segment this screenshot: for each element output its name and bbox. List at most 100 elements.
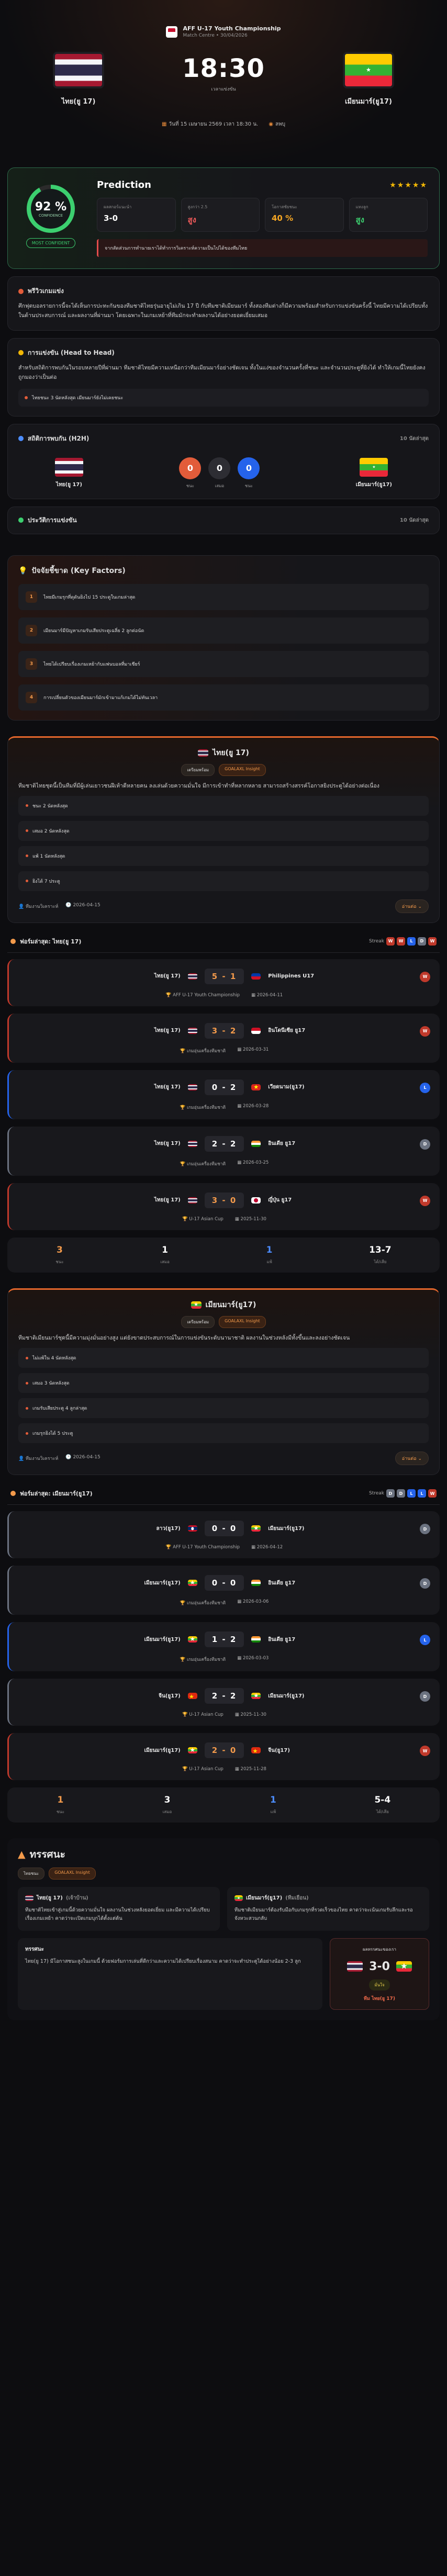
form-summary-item: 13-7 ได้/เสีย xyxy=(369,1244,392,1264)
away-insight-date: 🕒 2026-04-15 xyxy=(65,1455,100,1460)
match-away-team: เมียนมาร์(ยู17) xyxy=(268,1525,305,1532)
thailand-flag-icon xyxy=(55,54,102,86)
kickoff-clock: 18:30 เวลาแข่งขัน xyxy=(182,54,265,93)
match-away-team: Philippines U17 xyxy=(268,973,315,980)
away-flag-icon xyxy=(251,1140,261,1147)
analysis-box-score: 3-0 xyxy=(369,1960,390,1973)
match-result-badge: W xyxy=(420,971,430,982)
analysis-box-winner: ทีม ไทย(ยู 17) xyxy=(364,1996,395,2001)
home-form-header: ฟอร์มล่าสุด: ไทย(ยู 17) Streak W W L D W xyxy=(7,930,440,953)
match-competition: 🏆 AFF U-17 Youth Championship xyxy=(165,992,240,998)
home-insight-text: ทีมชาติไทยชุดนี้เป็นทีมที่มีผู้เล่นเยาวช… xyxy=(18,782,379,789)
streak-badge: W xyxy=(428,1489,437,1498)
prediction-stat: แทงลูก สูง xyxy=(349,198,428,232)
match-away-team: เวียดนาม(ยู17) xyxy=(268,1084,305,1090)
away-team[interactable]: เมียนมาร์(ยู17) xyxy=(327,54,410,107)
match-score: 2 - 2 xyxy=(204,1135,244,1152)
form-summary-item: 5-4 ได้/เสีย xyxy=(374,1795,391,1815)
home-team-name: ไทย(ยู 17) xyxy=(61,98,96,106)
insight-bullet: เสมอ 2 นัดหลังสุด xyxy=(18,820,429,841)
analysis-final: ทรรศนะ ไทย(ยู 17) มีโอกาสชนะสูงในเกมนี้ … xyxy=(18,1938,322,2010)
match-date: ▦ 2025-11-28 xyxy=(234,1767,266,1772)
analysis-pick: ไทยชนะ xyxy=(18,1868,45,1880)
home-streak: Streak W W L D W xyxy=(369,937,437,946)
key-factor-number: 4 xyxy=(26,691,37,703)
match-row[interactable]: จีน(ยู17)2 - 2เมียนมาร์(ยู17)D🏆 U-17 Asi… xyxy=(7,1679,440,1726)
streak-badge: D xyxy=(397,1489,405,1498)
h2h-home-wins: 0 ชนะ xyxy=(179,457,202,489)
match-row[interactable]: ไทย(ยู 17) 3 - 2 อินโดนีเซีย ยู17 W 🏆 เกมอุ่… xyxy=(7,1013,440,1063)
streak-badge: W xyxy=(428,937,437,946)
match-away-team: ญี่ปุ่น ยู17 xyxy=(268,1197,292,1203)
match-row[interactable]: เมียนมาร์(ยู17)2 - 0จีน(ยู17)W🏆 U-17 Asi… xyxy=(7,1733,440,1781)
match-row[interactable]: ลาว(ยู17)0 - 0เมียนมาร์(ยู17)D🏆 AFF U-17… xyxy=(7,1511,440,1559)
lightbulb-icon: 💡 xyxy=(18,566,28,575)
match-score: 5 - 1 xyxy=(204,968,244,984)
match-date: ▦ 2025-11-30 xyxy=(234,1216,266,1222)
analysis-source: GOALAXL Insight xyxy=(49,1868,96,1880)
match-row[interactable]: ไทย(ยู 17) 5 - 1 Philippines U17 W 🏆 AFF U-1… xyxy=(7,959,440,1006)
analysis-final-title: ทรรศนะ xyxy=(25,1946,44,1952)
preview-card: พรีวิวเกมแข่ง ศึกฟุตบอลรายการนี้จะได้เห็… xyxy=(7,276,440,331)
home-form-title: ฟอร์มล่าสุด: ไทย(ยู 17) xyxy=(20,938,82,945)
streak-badge: W xyxy=(386,937,395,946)
history-title: ประวัติการแข่งขัน xyxy=(28,516,77,524)
match-home-team: ไทย(ยู 17) xyxy=(154,1028,181,1034)
match-history-card[interactable]: ประวัติการแข่งขัน 10 นัดล่าสุด xyxy=(7,506,440,534)
analysis-icon: ▲ xyxy=(18,1849,26,1861)
tournament-header: AFF U-17 Youth Championship Match Centre… xyxy=(0,25,447,38)
match-competition: 🏆 เกมอุ่นเครื่องทีมชาติ xyxy=(180,1048,226,1054)
away-insight-read-more[interactable]: อ่านต่อ ⌄ xyxy=(395,1452,429,1466)
confidence-ring: 92 % CONFIDENCE MOST CONFIDENT xyxy=(19,179,82,257)
away-flag-icon xyxy=(251,1084,261,1090)
analysis-away: เมียนมาร์(ยู17)(ทีมเยือน) ทีมชาติเมียนมา… xyxy=(227,1887,429,1931)
prediction-card: 92 % CONFIDENCE MOST CONFIDENT Prediction… xyxy=(7,167,440,269)
tournament-name: AFF U-17 Youth Championship xyxy=(183,25,281,32)
home-insight-tag: เตรียมพร้อม xyxy=(181,763,215,776)
match-home-team: จีน(ยู17) xyxy=(159,1693,181,1699)
match-row[interactable]: เมียนมาร์(ยู17)1 - 2อินเดีย ยู17L🏆 เกมอุ… xyxy=(7,1622,440,1672)
home-flag-icon xyxy=(187,1580,197,1587)
away-streak: Streak D D L L W xyxy=(369,1489,437,1498)
away-form-title: ฟอร์มล่าสุด: เมียนมาร์(ยู17) xyxy=(20,1490,93,1498)
insight-bullet: ชนะ 2 นัดหลังสุด xyxy=(18,795,429,816)
away-form-header: ฟอร์มล่าสุด: เมียนมาร์(ยู17) Streak D D L L W xyxy=(7,1482,440,1505)
analysis-away-text: ทีมชาติเมียนมาร์ต้องรับมือกับเกมรุกที่รว… xyxy=(234,1907,413,1922)
calendar-icon: ▦ xyxy=(161,121,167,127)
away-flag-icon xyxy=(251,1636,261,1643)
analysis-box-pill: มั่นใจ xyxy=(369,1979,390,1990)
match-row[interactable]: ไทย(ยู 17) 2 - 2 อินเดีย ยู17 D 🏆 เกมอุ่นเคร… xyxy=(7,1126,440,1176)
home-flag-icon xyxy=(187,1525,197,1532)
thailand-flag-icon xyxy=(198,749,209,757)
myanmar-flag-icon xyxy=(344,54,392,86)
prediction-stat: ผลสกอร์แนะนำ 3-0 xyxy=(97,198,176,232)
streak-badge: W xyxy=(397,937,405,946)
preview-icon xyxy=(18,288,24,294)
match-row[interactable]: เมียนมาร์(ยู17)0 - 0อินเดีย ยู17D🏆 เกมอุ… xyxy=(7,1566,440,1615)
match-score: 0 - 2 xyxy=(204,1079,244,1095)
away-team-name: เมียนมาร์(ยู17) xyxy=(345,98,392,106)
key-factor-number: 3 xyxy=(26,658,37,670)
match-hero: AFF U-17 Youth Championship Match Centre… xyxy=(0,0,447,167)
streak-badge: D xyxy=(386,1489,395,1498)
match-competition: 🏆 เกมอุ่นเครื่องทีมชาติ xyxy=(180,1105,226,1110)
key-factor-number: 1 xyxy=(26,591,37,603)
kickoff-status: เวลาแข่งขัน xyxy=(211,87,236,92)
thailand-flag-icon xyxy=(25,1895,33,1902)
home-team[interactable]: ไทย(ยู 17) xyxy=(37,54,120,107)
key-factor-item: 3 ไทยได้เปรียบเรื่องเกมเหย้ากับแฟนบอลที่ม… xyxy=(18,650,429,677)
h2h-away-wins: 0 ชนะ xyxy=(238,457,260,489)
insight-bullet: เสมอ 3 นัดหลังสุด xyxy=(18,1373,429,1393)
match-row[interactable]: ไทย(ยู 17) 3 - 0 ญี่ปุ่น ยู17 W 🏆 U-17 Asian… xyxy=(7,1183,440,1230)
match-away-team: อินเดีย ยู17 xyxy=(268,1636,296,1643)
home-flag-icon xyxy=(187,1636,197,1643)
h2h-stats-card: สถิติการพบกัน (H2H) 10 นัดล่าสุด ไทย(ยู 1… xyxy=(7,423,440,499)
home-insight-author: 👤 ทีมงานวิเคราะห์ xyxy=(18,904,59,909)
home-insight-read-more[interactable]: อ่านต่อ ⌄ xyxy=(395,899,429,913)
away-insight-card: เมียนมาร์(ยู17) เตรียมพร้อม GOALAXL Insig… xyxy=(7,1288,440,1476)
match-score: 3 - 0 xyxy=(204,1192,244,1208)
home-flag-icon xyxy=(187,973,197,980)
away-form-summary: 1 ชนะ 3 เสมอ 1 แพ้ 5-4 ได้/เสีย xyxy=(7,1787,440,1823)
away-insight-source: GOALAXL Insight xyxy=(219,1315,266,1328)
match-row[interactable]: ไทย(ยู 17) 0 - 2 เวียดนาม(ยู17) L 🏆 เกมอุ่นเ… xyxy=(7,1070,440,1119)
